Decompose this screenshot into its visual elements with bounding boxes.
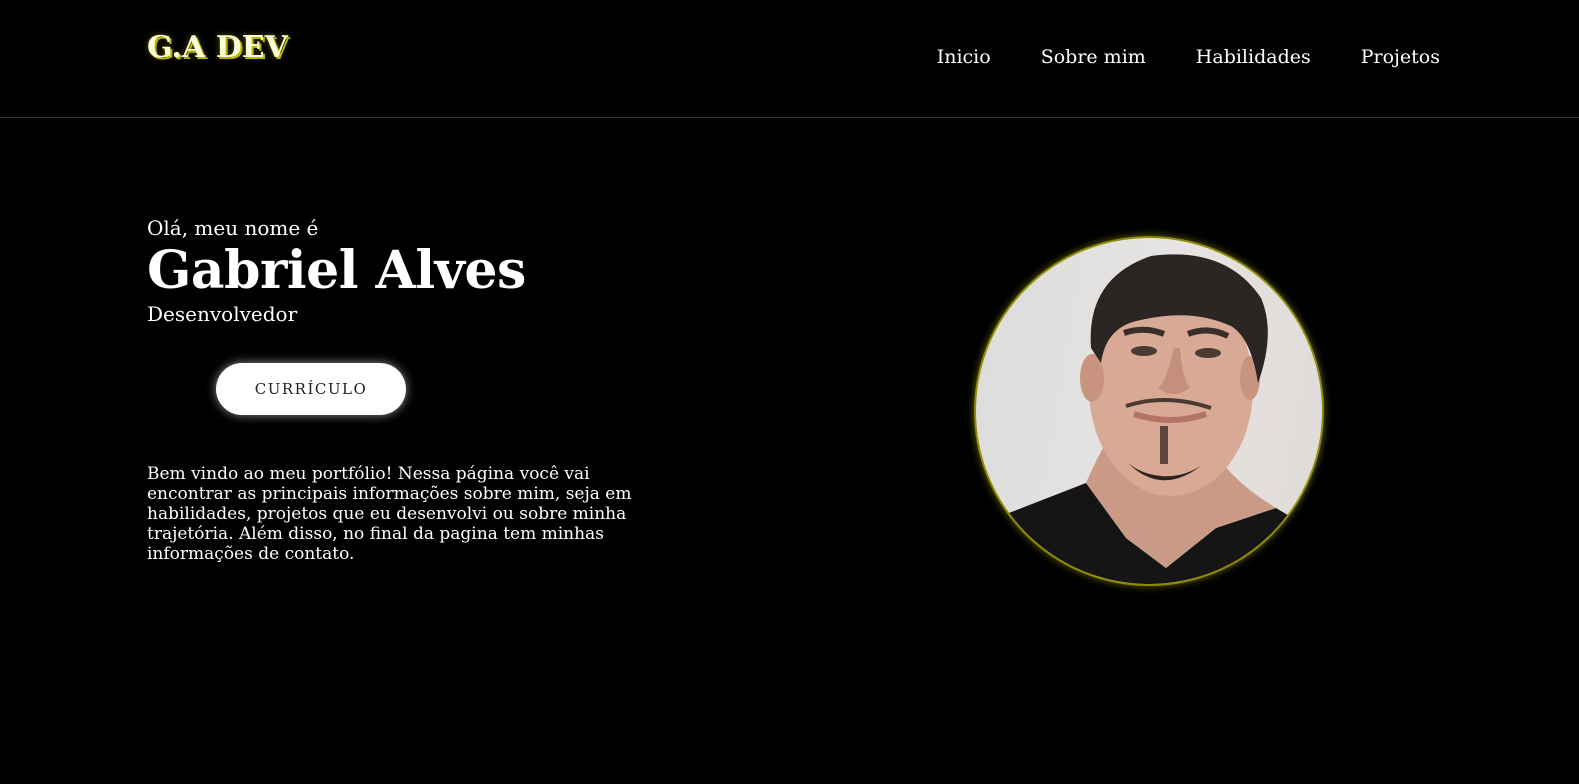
greeting-text: Olá, meu nome é xyxy=(147,216,319,240)
curriculum-button[interactable]: CURRÍCULO xyxy=(216,363,406,415)
site-header: G.A DEV Inicio Sobre mim Habilidades Pro… xyxy=(0,0,1579,118)
profile-role: Desenvolvedor xyxy=(147,302,298,326)
nav-item-projetos[interactable]: Projetos xyxy=(1361,46,1440,68)
nav-item-habilidades[interactable]: Habilidades xyxy=(1196,46,1311,68)
site-logo[interactable]: G.A DEV xyxy=(147,30,288,65)
nav-item-sobre-mim[interactable]: Sobre mim xyxy=(1041,46,1146,68)
nav-item-inicio[interactable]: Inicio xyxy=(937,46,991,68)
hero-heading-group: Olá, meu nome é Gabriel Alves Desenvolve… xyxy=(147,214,526,328)
intro-paragraph: Bem vindo ao meu portfólio! Nessa página… xyxy=(147,464,632,564)
profile-photo xyxy=(974,236,1324,586)
main-nav: Inicio Sobre mim Habilidades Projetos xyxy=(887,46,1440,68)
profile-name: Gabriel Alves xyxy=(147,240,526,301)
profile-photo-illustration xyxy=(977,254,1322,584)
